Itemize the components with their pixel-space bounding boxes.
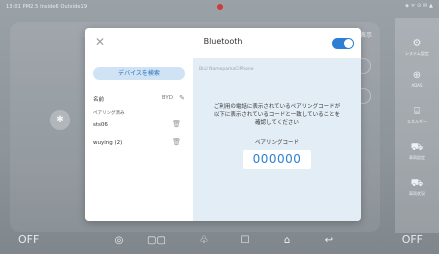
fan-icon[interactable]: ♧ xyxy=(197,235,211,246)
pairing-device-id: BLU NamepamaCIPhone xyxy=(199,67,254,72)
status-icons: ◈ ᯤ ⊙ ✉ ▲ xyxy=(405,3,433,9)
right-side-panel: ⚙ システム設定 ⊕ ADAS ⌸ エネルギー ⛟ 車両設定 ⛟ 車両状況 xyxy=(395,18,439,233)
bluetooth-icon: ✱ xyxy=(50,110,70,130)
paired-device-item[interactable]: sts06 🗑 xyxy=(93,120,185,132)
energy-button[interactable]: ⌸ エネルギー xyxy=(395,106,439,125)
recording-indicator-icon xyxy=(217,4,223,10)
device-name: wuying (2) xyxy=(93,140,123,146)
dialog-header: ✕ Bluetooth xyxy=(85,28,361,58)
vehicle-status-label: 車両状況 xyxy=(409,191,425,196)
adas-icon: ⊕ xyxy=(412,70,422,81)
car-status-icon: ⛟ xyxy=(410,178,424,189)
vehicle-settings-label: 車両設定 xyxy=(409,155,425,160)
device-list-pane: デバイスを検索 名前 BYD ✎ ペアリング済み sts06 🗑 wuying … xyxy=(85,58,193,221)
bluetooth-toggle[interactable] xyxy=(332,38,354,49)
adas-label: ADAS xyxy=(411,83,423,88)
name-label: 名前 xyxy=(93,97,105,103)
search-devices-button[interactable]: デバイスを検索 xyxy=(93,67,185,80)
pairing-message: ご利用の電話に表示されているペアリングコードが 以下に表示されているコードと一致… xyxy=(201,103,353,127)
status-bar: 13:01 PM2.5 Inside6 Outside19 ◈ ᯤ ⊙ ✉ ▲ xyxy=(0,0,439,14)
trash-icon[interactable]: 🗑 xyxy=(172,138,181,146)
energy-icon: ⌸ xyxy=(414,106,420,117)
apps-icon[interactable]: ▢▢ xyxy=(147,235,166,246)
right-climate-off[interactable]: OFF xyxy=(402,233,423,246)
energy-label: エネルギー xyxy=(407,119,427,124)
pairing-message-line: ご利用の電話に表示されているペアリングコードが xyxy=(213,104,341,110)
pairing-pane: BLU NamepamaCIPhone ご利用の電話に表示されているペアリングコ… xyxy=(193,58,361,221)
bottom-bar: OFF ◎ ▢▢ ♧ ☐ ⌂ ↩ OFF xyxy=(0,230,439,254)
car-icon: ⛟ xyxy=(410,142,424,153)
dialog-title: Bluetooth xyxy=(203,37,243,46)
toggle-knob xyxy=(344,39,353,48)
system-settings-label: システム設定 xyxy=(405,51,429,56)
vehicle-settings-button[interactable]: ⛟ 車両設定 xyxy=(395,142,439,161)
settings-icon: ⚙ xyxy=(412,38,422,49)
camera-icon[interactable]: ◎ xyxy=(112,235,126,246)
device-name-row: 名前 BYD ✎ xyxy=(93,94,185,104)
background-label-fragment: 表示 xyxy=(360,32,373,39)
system-settings-button[interactable]: ⚙ システム設定 xyxy=(395,38,439,57)
recent-apps-icon[interactable]: ☐ xyxy=(238,235,252,246)
name-value: BYD xyxy=(161,95,173,101)
pairing-message-line: 以下に表示されているコードと一致していることを xyxy=(213,112,341,118)
paired-devices-label: ペアリング済み xyxy=(93,111,125,116)
back-icon[interactable]: ↩ xyxy=(322,235,336,246)
pairing-message-line: 確認してください xyxy=(255,120,299,126)
home-icon[interactable]: ⌂ xyxy=(280,235,294,246)
pairing-code: 000000 xyxy=(243,150,311,169)
status-text: 13:01 PM2.5 Inside6 Outside19 xyxy=(6,4,88,10)
bluetooth-dialog: ✕ Bluetooth デバイスを検索 名前 BYD ✎ ペアリング済み sts… xyxy=(85,28,361,221)
device-name: sts06 xyxy=(93,122,108,128)
adas-button[interactable]: ⊕ ADAS xyxy=(395,70,439,88)
trash-icon[interactable]: 🗑 xyxy=(172,120,181,128)
left-climate-off[interactable]: OFF xyxy=(18,233,39,246)
edit-icon[interactable]: ✎ xyxy=(179,94,185,102)
paired-device-item[interactable]: wuying (2) 🗑 xyxy=(93,138,185,150)
pairing-code-label: ペアリングコード xyxy=(254,140,299,146)
vehicle-status-button[interactable]: ⛟ 車両状況 xyxy=(395,178,439,197)
